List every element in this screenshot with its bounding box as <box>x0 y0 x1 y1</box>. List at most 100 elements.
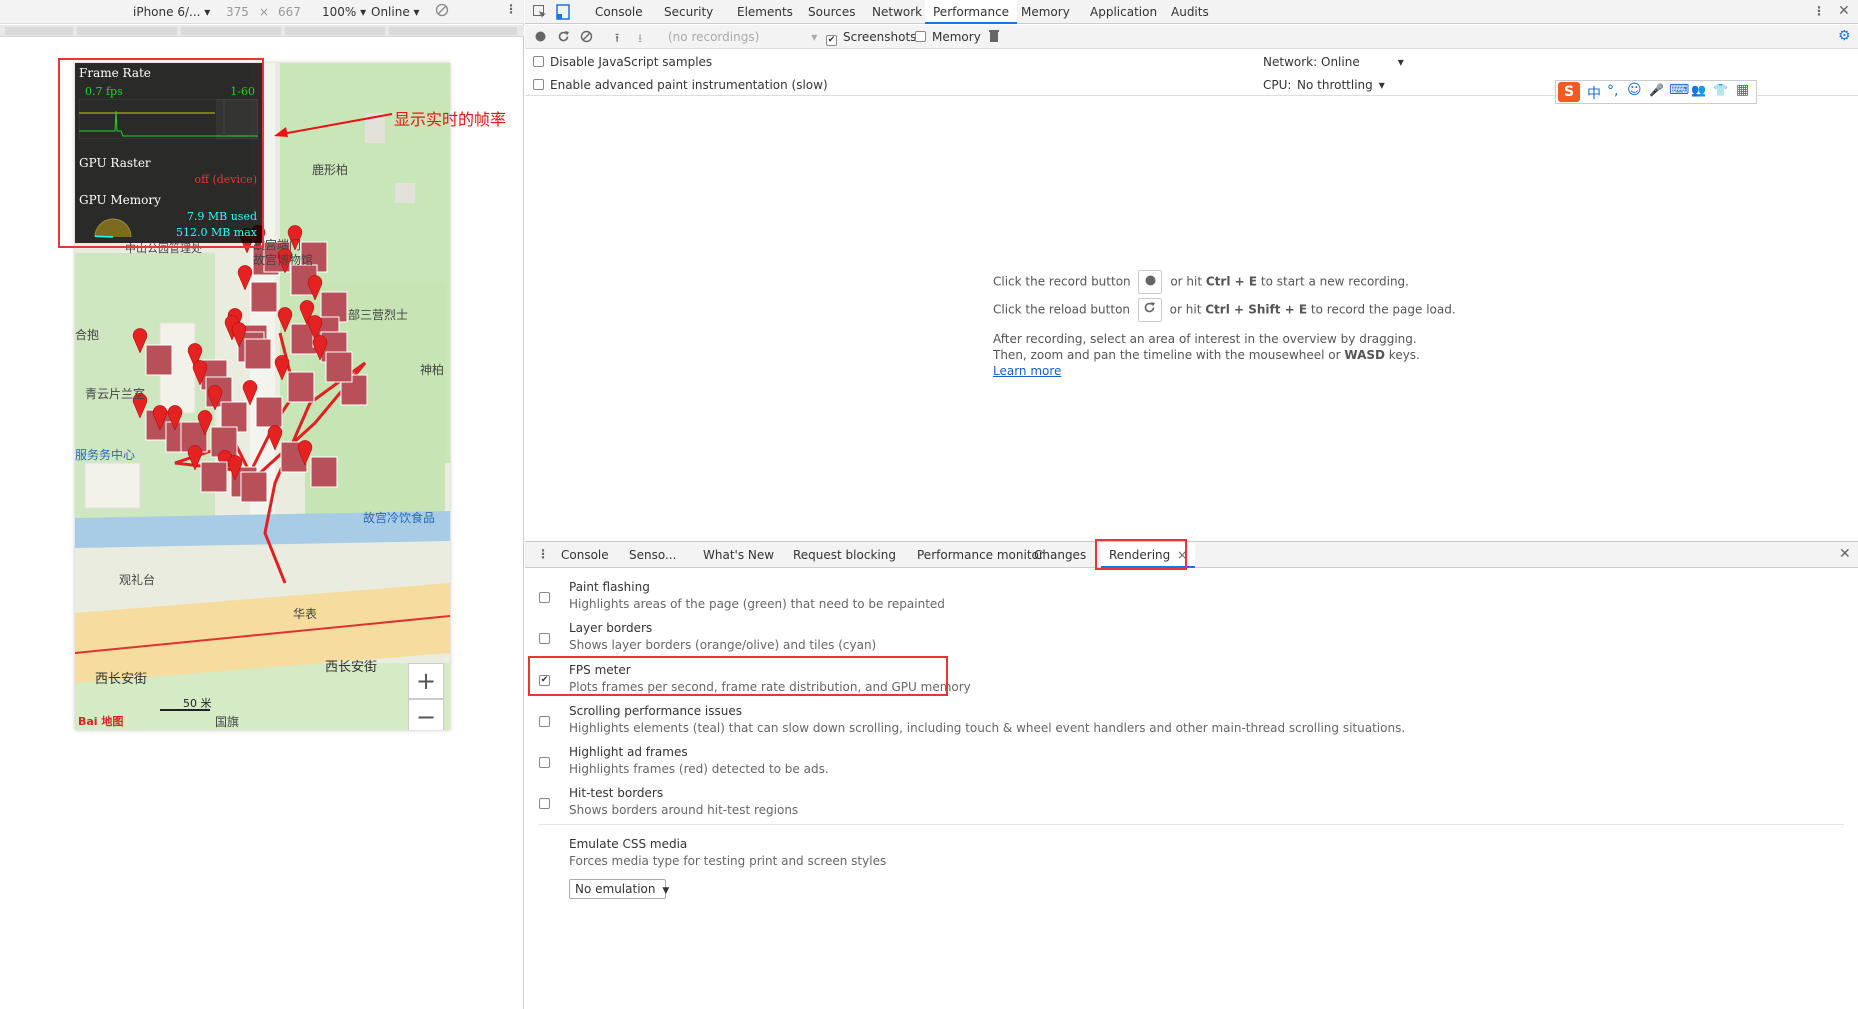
emulate-media-value: No emulation <box>575 882 656 896</box>
ime-punct-icon[interactable]: °, <box>1607 83 1618 99</box>
zoom-pan-hint-end: keys. <box>1384 348 1420 362</box>
microphone-icon[interactable]: 🎤 <box>1649 83 1664 97</box>
recordings-select[interactable]: (no recordings) ▾ <box>668 30 817 44</box>
load-profile-icon[interactable]: ⭱ <box>615 29 619 50</box>
checkbox-unchecked[interactable] <box>539 757 550 768</box>
advanced-paint-option[interactable]: Enable advanced paint instrumentation (s… <box>533 78 828 92</box>
memory-checkbox[interactable]: Memory <box>915 30 981 44</box>
save-profile-icon[interactable]: ⭳ <box>638 29 642 50</box>
record-icon[interactable] <box>535 31 546 45</box>
more-options-icon[interactable]: ⋮ <box>505 2 517 16</box>
drawer-tab-whats-new[interactable]: What's New <box>695 542 782 568</box>
tab-security[interactable]: Security <box>656 0 721 24</box>
more-options-icon[interactable]: ⋮ <box>1813 4 1825 18</box>
emulate-media-title: Emulate CSS media <box>569 837 688 851</box>
checkbox-unchecked[interactable] <box>915 31 926 42</box>
ime-toolbar[interactable]: S 中 °, ☺ 🎤 ⌨ 👥 👕 ▦ <box>1555 80 1757 104</box>
tab-elements[interactable]: Elements <box>729 0 801 24</box>
users-icon[interactable]: 👥 <box>1691 83 1706 97</box>
advanced-paint-label: Enable advanced paint instrumentation (s… <box>550 78 828 92</box>
dimension-separator: × <box>259 5 270 19</box>
marker-photo[interactable] <box>310 456 338 488</box>
marker-photo[interactable] <box>240 471 268 503</box>
zoom-out-button[interactable]: − <box>408 699 444 730</box>
drawer-menu-icon[interactable]: ⋮ <box>537 547 549 561</box>
sogou-logo-icon[interactable]: S <box>1558 82 1580 102</box>
marker-photo[interactable] <box>287 371 315 403</box>
settings-gear-icon[interactable]: ⚙ <box>1838 28 1851 44</box>
option-title: Highlight ad frames <box>569 745 688 759</box>
ruler-segment[interactable] <box>285 27 385 35</box>
marker-photo[interactable] <box>325 351 353 383</box>
drawer-tab-changes[interactable]: Changes <box>1026 542 1094 568</box>
marker-photo[interactable] <box>250 281 278 313</box>
device-pane: iPhone 6/... ▾ 375 × 667 100% ▾ Online ▾… <box>0 0 524 1009</box>
memory-label: Memory <box>932 30 981 44</box>
device-width-input[interactable]: 375 <box>226 5 249 19</box>
screenshots-label: Screenshots <box>843 30 917 44</box>
reload-icon[interactable] <box>557 30 570 46</box>
ruler-segment[interactable] <box>181 27 281 35</box>
option-title: Hit-test borders <box>569 786 664 800</box>
drawer-tab-sensors[interactable]: Senso... <box>621 542 684 568</box>
device-toolbar-icon[interactable] <box>555 4 571 23</box>
reload-button[interactable] <box>1137 298 1162 322</box>
record-button[interactable] <box>1138 270 1163 294</box>
checkbox-unchecked[interactable] <box>539 633 550 644</box>
keyboard-icon[interactable]: ⌨ <box>1669 82 1689 98</box>
learn-more-link[interactable]: Learn more <box>993 364 1061 378</box>
checkbox-unchecked[interactable] <box>539 798 550 809</box>
tab-performance[interactable]: Performance <box>925 0 1018 24</box>
marker-photo[interactable] <box>200 461 228 493</box>
marker-photo[interactable] <box>244 338 272 370</box>
close-devtools-icon[interactable]: ✕ <box>1838 3 1850 19</box>
ruler-segment[interactable] <box>389 27 517 35</box>
rotate-icon[interactable] <box>435 3 449 20</box>
checkbox-unchecked[interactable] <box>533 79 544 90</box>
emoji-icon[interactable]: ☺ <box>1627 82 1642 98</box>
map-label: 神柏 <box>420 363 445 377</box>
tab-memory[interactable]: Memory <box>1013 0 1078 24</box>
tab-network[interactable]: Network <box>864 0 930 24</box>
map-label: 故宫冷饮食品 <box>363 511 436 525</box>
caret-down-icon: ▾ <box>204 5 211 19</box>
apps-grid-icon[interactable]: ▦ <box>1736 82 1749 98</box>
zoom-select[interactable]: 100% ▾ <box>322 5 366 19</box>
clear-icon[interactable] <box>580 30 593 46</box>
checkbox-unchecked[interactable] <box>533 56 544 67</box>
ruler-segment[interactable] <box>5 27 73 35</box>
checkbox-unchecked[interactable] <box>539 716 550 727</box>
throttle-select[interactable]: Online ▾ <box>371 5 420 19</box>
ime-mode-icon[interactable]: 中 <box>1587 83 1601 103</box>
device-select[interactable]: iPhone 6/... ▾ <box>133 5 210 19</box>
emulate-media-select[interactable]: No emulation ▼ <box>569 879 669 899</box>
disable-js-samples-label: Disable JavaScript samples <box>550 55 713 69</box>
reload-hint-or: or hit <box>1169 302 1206 317</box>
map-label: 观礼台 <box>119 573 156 587</box>
option-title: Scrolling performance issues <box>569 704 743 718</box>
drawer-tab-console[interactable]: Console <box>553 542 617 568</box>
ruler-segment[interactable] <box>77 27 177 35</box>
marker-photo[interactable] <box>145 344 173 376</box>
fps-highlight-box <box>58 58 264 248</box>
checkbox-unchecked[interactable] <box>539 592 550 603</box>
device-height-input[interactable]: 667 <box>278 5 301 19</box>
annotation-arrow <box>274 113 393 137</box>
tab-audits[interactable]: Audits <box>1163 0 1217 24</box>
marker-photo[interactable] <box>255 396 283 428</box>
cpu-throttle-value: No throttling <box>1297 78 1373 92</box>
network-throttle-select[interactable]: Online ▾ <box>1321 55 1404 69</box>
drawer-tab-request-blocking[interactable]: Request blocking <box>785 542 904 568</box>
checkbox-checked[interactable]: ✔ <box>826 35 837 46</box>
tab-console[interactable]: Console <box>587 0 651 24</box>
disable-js-samples-option[interactable]: Disable JavaScript samples <box>533 55 712 69</box>
tab-application[interactable]: Application <box>1082 0 1165 24</box>
inspect-element-icon[interactable] <box>532 4 548 23</box>
garbage-collect-icon[interactable] <box>989 29 999 45</box>
tab-sources[interactable]: Sources <box>800 0 863 24</box>
close-drawer-icon[interactable]: ✕ <box>1839 546 1851 562</box>
skin-icon[interactable]: 👕 <box>1713 83 1728 97</box>
zoom-in-button[interactable]: + <box>408 663 444 699</box>
cpu-throttle-select[interactable]: No throttling ▾ <box>1297 78 1385 92</box>
screenshots-checkbox[interactable]: ✔ Screenshots <box>826 30 916 46</box>
